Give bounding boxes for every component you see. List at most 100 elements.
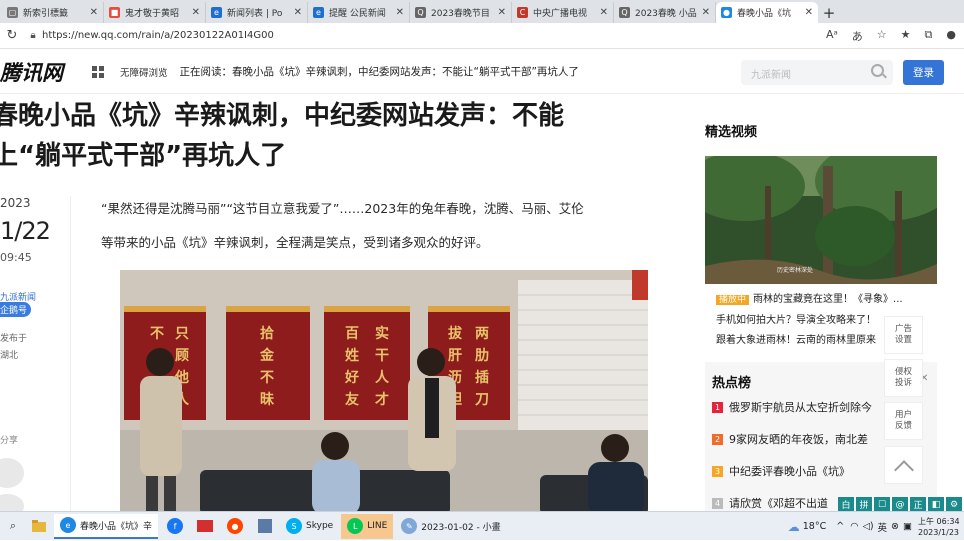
tab-title: 鬼才敬于黄昭 [125,9,180,19]
video-item[interactable]: 跟着大象进雨林！云南的雨林里原来 [716,331,876,346]
weather-temp[interactable]: 18°C [803,521,826,532]
browser-tab[interactable]: ■ 鬼才敬于黄昭 ✕ [104,2,206,23]
banner-char: 肋 [475,348,489,364]
hot-list-item[interactable]: 1 俄罗斯宇航员从太空折剑除今 [712,399,872,415]
ime-icon[interactable]: ⊗ [891,521,899,532]
hot-list-item[interactable]: 2 9家网友晒的年夜饭，南北差 [712,431,868,447]
browser-tab[interactable]: ● 春晚小品《坑 ✕ [716,2,818,23]
banner-char: 干 [375,348,389,364]
taskbar-app[interactable]: e 春晚小品《坑》辛 [54,513,159,539]
taskbar-app-label: 春晚小品《坑》辛 [80,521,153,532]
system-tray: ☁ 18°C ^ ◠ ◁) 英 ⊗ ▣ 上午 06:34 2023/1/23 [788,512,964,541]
wechat-share-icon[interactable] [0,458,24,488]
share-label: 分享 [0,436,19,446]
banner-char: 顾 [175,348,189,364]
article-paragraph: “果然还得是沈腾马丽”“这节目立意我爱了”……2023年的兔年春晚，沈腾、马丽、… [101,192,667,260]
facebook-icon[interactable]: f [162,515,188,537]
ime-button[interactable]: @ [892,497,908,512]
featured-video-player[interactable]: 历史密林深处 [705,156,937,284]
url-field[interactable]: https://new.qq.com/rain/a/20230122A01I4G… [42,30,826,41]
hot-list-item[interactable]: 3 中纪委评春晚小品《坑》 [712,463,850,479]
ime-button[interactable]: ☐ [874,497,890,512]
banner-char: 友 [345,391,359,408]
new-tab-button[interactable]: + [818,2,840,23]
publish-location: 发布于 湖北 [0,331,27,365]
video-item[interactable]: 手机如何拍大片？导演全攻略来了！ [716,311,876,326]
accessibility-link[interactable]: 无障碍浏览 [120,65,168,79]
video-item-playing[interactable]: 播放中 雨林的宝藏竟在这里！《寻象》... [716,290,903,305]
banner-char: 肝 [448,348,462,364]
stage-scene: 不只顾他人拾金不昧百姓好友实干人才拔肝沥胆两肋插刀 [120,270,648,515]
reload-icon[interactable]: ↻ [0,28,24,43]
clock-time: 上午 06:34 [918,516,960,526]
taskbar-app[interactable]: L LINE [341,513,394,539]
feedback-button[interactable]: 用户 反馈 [884,402,923,440]
browser-tab[interactable]: e 新闻列表 | Po ✕ [206,2,308,23]
video-caption: 历史密林深处 [777,266,813,274]
tab-close-icon[interactable]: ✕ [805,7,813,18]
weather-icon[interactable]: ☁ [788,520,800,534]
tab-close-icon[interactable]: ✕ [294,7,302,18]
ime-button[interactable]: 拼 [856,497,872,512]
now-reading-text: 正在阅读：春晚小品《坑》辛辣讽刺，中纪委网站发声：不能让“躺平式干部”再坑人了 [179,66,579,78]
browser-tab[interactable]: Q 2023春晚 小品 ✕ [614,2,716,23]
ime-button[interactable]: 正 [910,497,926,512]
browser-tab[interactable]: ▢ 新索引標籤 ✕ [2,2,104,23]
collections-icon[interactable]: ⧉ [925,28,933,44]
login-button[interactable]: 登录 [903,60,944,85]
taskbar-app[interactable]: S Skype [280,514,339,539]
back-to-top-button[interactable] [884,446,923,484]
hot-rank: 3 [712,466,723,477]
featured-video-title: 精选视频 [705,125,758,140]
volume-icon[interactable]: ◁) [863,521,874,532]
file-explorer-icon[interactable] [26,515,52,537]
tab-close-icon[interactable]: ✕ [498,7,506,18]
profile-icon[interactable]: ● [946,28,956,44]
banner-char: 两 [475,326,489,342]
ime-button[interactable]: ⚙ [946,497,962,512]
browser-tab[interactable]: e 提醒 公民新闻 ✕ [308,2,410,23]
hot-list-item[interactable]: 4 请欣赏《邓超不出道 [712,495,828,511]
ad-settings-button[interactable]: 广告 设置 [884,316,923,354]
banner-char: 金 [259,347,275,364]
search-input[interactable]: 九派新闻 [741,60,893,85]
browser-tab-strip: ▢ 新索引標籤 ✕ ■ 鬼才敬于黄昭 ✕ e 新闻列表 | Po ✕ e 提醒 公民新闻 ✕ Q 2023… [0,0,964,23]
banner-char: 插 [475,369,489,386]
favorites-list-icon[interactable]: ★ [901,28,911,44]
tab-title: 新闻列表 | Po [227,9,283,19]
input-icon[interactable]: ▣ [903,521,912,532]
report-button[interactable]: 侵权 投诉 [884,359,923,397]
clock[interactable]: 上午 06:34 2023/1/23 [918,516,962,538]
lock-icon[interactable]: 🔒︎ [24,30,42,41]
ime-button[interactable]: ◧ [928,497,944,512]
app-icon[interactable] [252,515,278,537]
search-icon[interactable] [871,64,884,77]
reddit-icon[interactable]: ● [222,515,248,537]
site-logo[interactable]: 腾讯网 [0,57,80,87]
ime-button[interactable]: 白 [838,497,854,512]
app-icon: ✎ [401,518,418,534]
tab-close-icon[interactable]: ✕ [600,7,608,18]
wifi-icon[interactable]: ◠ [850,521,858,532]
tab-title: 春晚小品《坑 [737,9,792,19]
hot-rank: 1 [712,402,723,413]
tab-close-icon[interactable]: ✕ [192,7,200,18]
taskbar-app[interactable]: ✎ 2023-01-02 - 小畫 [395,514,506,539]
publish-time: 09:45 [0,251,32,264]
browser-tab[interactable]: Q 2023春晚节目 ✕ [410,2,512,23]
language-indicator[interactable]: 英 [878,520,888,534]
tray-chevron-icon[interactable]: ^ [836,521,844,532]
translate-icon[interactable]: あ [852,28,863,44]
menu-grid-icon[interactable] [92,65,104,78]
tab-favicon-icon: ■ [109,7,120,18]
news-app-icon[interactable] [192,515,218,537]
favorite-icon[interactable]: ☆ [877,28,887,44]
tab-title: 中央广播电视 [533,9,588,19]
taskbar-app-label: Skype [306,521,334,531]
tab-close-icon[interactable]: ✕ [90,7,98,18]
taskbar-search-icon[interactable]: ⌕ [2,519,24,533]
read-aloud-icon[interactable]: Aᵃ [826,28,838,44]
browser-tab[interactable]: C 中央广播电视 ✕ [512,2,614,23]
tab-close-icon[interactable]: ✕ [702,7,710,18]
tab-close-icon[interactable]: ✕ [396,7,404,18]
